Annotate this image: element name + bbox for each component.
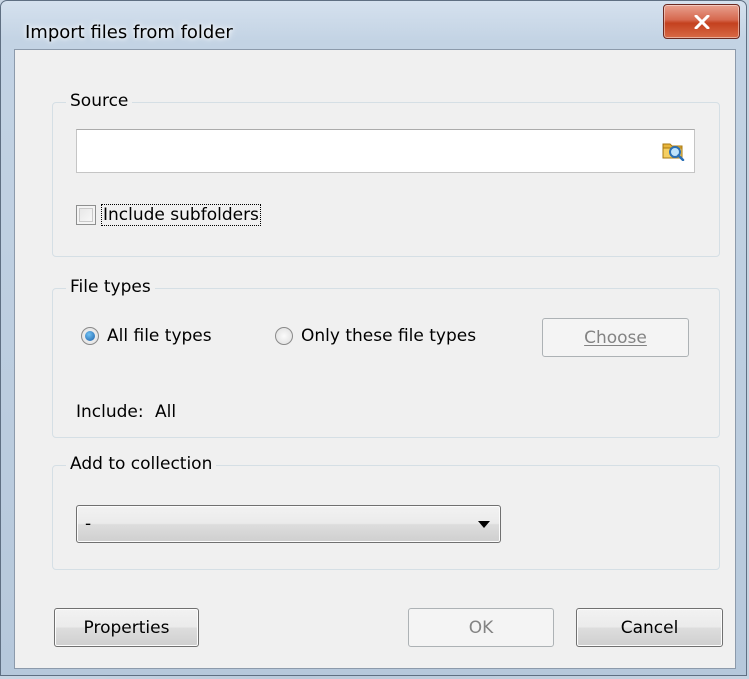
include-label: Include: bbox=[76, 402, 144, 422]
chevron-down-icon bbox=[478, 521, 490, 528]
radio-only-label[interactable]: Only these file types bbox=[301, 326, 476, 346]
source-path-input[interactable] bbox=[76, 129, 695, 173]
radio-all-indicator[interactable] bbox=[81, 327, 99, 345]
collection-selected-value: - bbox=[85, 514, 92, 534]
close-button[interactable] bbox=[663, 4, 740, 39]
radio-only-indicator[interactable] bbox=[275, 327, 293, 345]
dialog-window: Import files from folder Source Include … bbox=[0, 0, 747, 676]
choose-button[interactable]: Choose bbox=[542, 318, 689, 357]
window-title: Import files from folder bbox=[25, 22, 233, 43]
close-icon bbox=[694, 14, 709, 29]
collection-dropdown[interactable]: - bbox=[76, 505, 501, 543]
include-value: All bbox=[155, 402, 177, 422]
include-subfolders-label[interactable]: Include subfolders bbox=[101, 204, 261, 226]
include-summary: Include: All bbox=[76, 402, 176, 422]
collection-legend: Add to collection bbox=[66, 454, 217, 474]
cancel-button[interactable]: Cancel bbox=[576, 608, 723, 647]
folder-search-icon[interactable] bbox=[662, 139, 686, 161]
properties-button[interactable]: Properties bbox=[54, 608, 199, 647]
properties-button-label: Properties bbox=[83, 617, 170, 638]
source-legend: Source bbox=[66, 91, 133, 111]
include-subfolders-checkbox[interactable] bbox=[76, 205, 96, 225]
choose-button-label: Choose bbox=[584, 327, 647, 348]
include-subfolders-row[interactable]: Include subfolders bbox=[76, 204, 261, 226]
radio-all-label[interactable]: All file types bbox=[107, 326, 212, 346]
radio-all-file-types[interactable]: All file types bbox=[81, 326, 212, 346]
file-types-legend: File types bbox=[66, 277, 155, 297]
ok-button-label: OK bbox=[468, 617, 494, 638]
cancel-button-label: Cancel bbox=[620, 617, 679, 638]
radio-only-these-file-types[interactable]: Only these file types bbox=[275, 326, 476, 346]
dialog-body: Source Include subfolders File types All… bbox=[14, 49, 736, 669]
file-types-group: File types All file types Only these fil… bbox=[52, 277, 720, 438]
collection-group: Add to collection - bbox=[52, 454, 720, 570]
source-group: Source Include subfolders bbox=[52, 91, 720, 257]
ok-button[interactable]: OK bbox=[408, 608, 554, 647]
